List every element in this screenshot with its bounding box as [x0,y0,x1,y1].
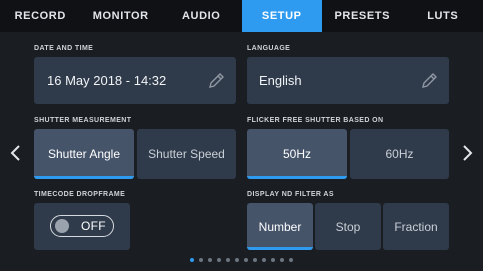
timecode-dropframe-label: TIMECODE DROPFRAME [34,191,126,198]
pencil-icon [209,72,224,88]
tab-bar: RECORD MONITOR AUDIO SETUP PRESETS LUTS [0,0,483,32]
tab-record[interactable]: RECORD [0,0,81,32]
shutter-measurement-label: SHUTTER MEASUREMENT [34,117,132,124]
toggle-knob [55,219,69,233]
50hz-button[interactable]: 50Hz [247,129,347,179]
chevron-right-icon[interactable] [460,144,474,162]
nd-filter-label: DISPLAY ND FILTER AS [247,191,334,198]
page-dot[interactable] [253,258,257,262]
date-time-field[interactable]: 16 May 2018 - 14:32 [34,57,236,104]
page-dot[interactable] [289,258,293,262]
nd-stop-button[interactable]: Stop [315,203,381,250]
pencil-icon [422,72,437,88]
language-value: English [259,73,302,88]
timecode-dropframe-toggle[interactable]: OFF [50,215,114,237]
date-time-label: DATE AND TIME [34,45,94,52]
date-time-value: 16 May 2018 - 14:32 [47,73,167,88]
page-dot[interactable] [262,258,266,262]
tab-presets[interactable]: PRESETS [322,0,403,32]
language-label: LANGUAGE [247,45,291,52]
page-dot[interactable] [244,258,248,262]
60hz-button[interactable]: 60Hz [350,129,449,179]
language-field[interactable]: English [247,57,449,104]
tab-luts[interactable]: LUTS [403,0,483,32]
shutter-speed-button[interactable]: Shutter Speed [137,129,236,179]
chevron-left-icon[interactable] [9,144,23,162]
toggle-state: OFF [81,219,106,233]
page-dot[interactable] [190,258,194,262]
page-dot[interactable] [226,258,230,262]
page-dot[interactable] [271,258,275,262]
page-dot[interactable] [217,258,221,262]
page-dot[interactable] [208,258,212,262]
shutter-angle-button[interactable]: Shutter Angle [34,129,134,179]
page-indicator [0,258,483,262]
page-dot[interactable] [280,258,284,262]
page-dot[interactable] [199,258,203,262]
tab-setup[interactable]: SETUP [241,0,322,32]
flicker-free-label: FLICKER FREE SHUTTER BASED ON [247,117,384,124]
page-dot[interactable] [235,258,239,262]
tab-monitor[interactable]: MONITOR [81,0,162,32]
tab-audio[interactable]: AUDIO [161,0,242,32]
nd-number-button[interactable]: Number [247,203,313,250]
nd-fraction-button[interactable]: Fraction [383,203,449,250]
